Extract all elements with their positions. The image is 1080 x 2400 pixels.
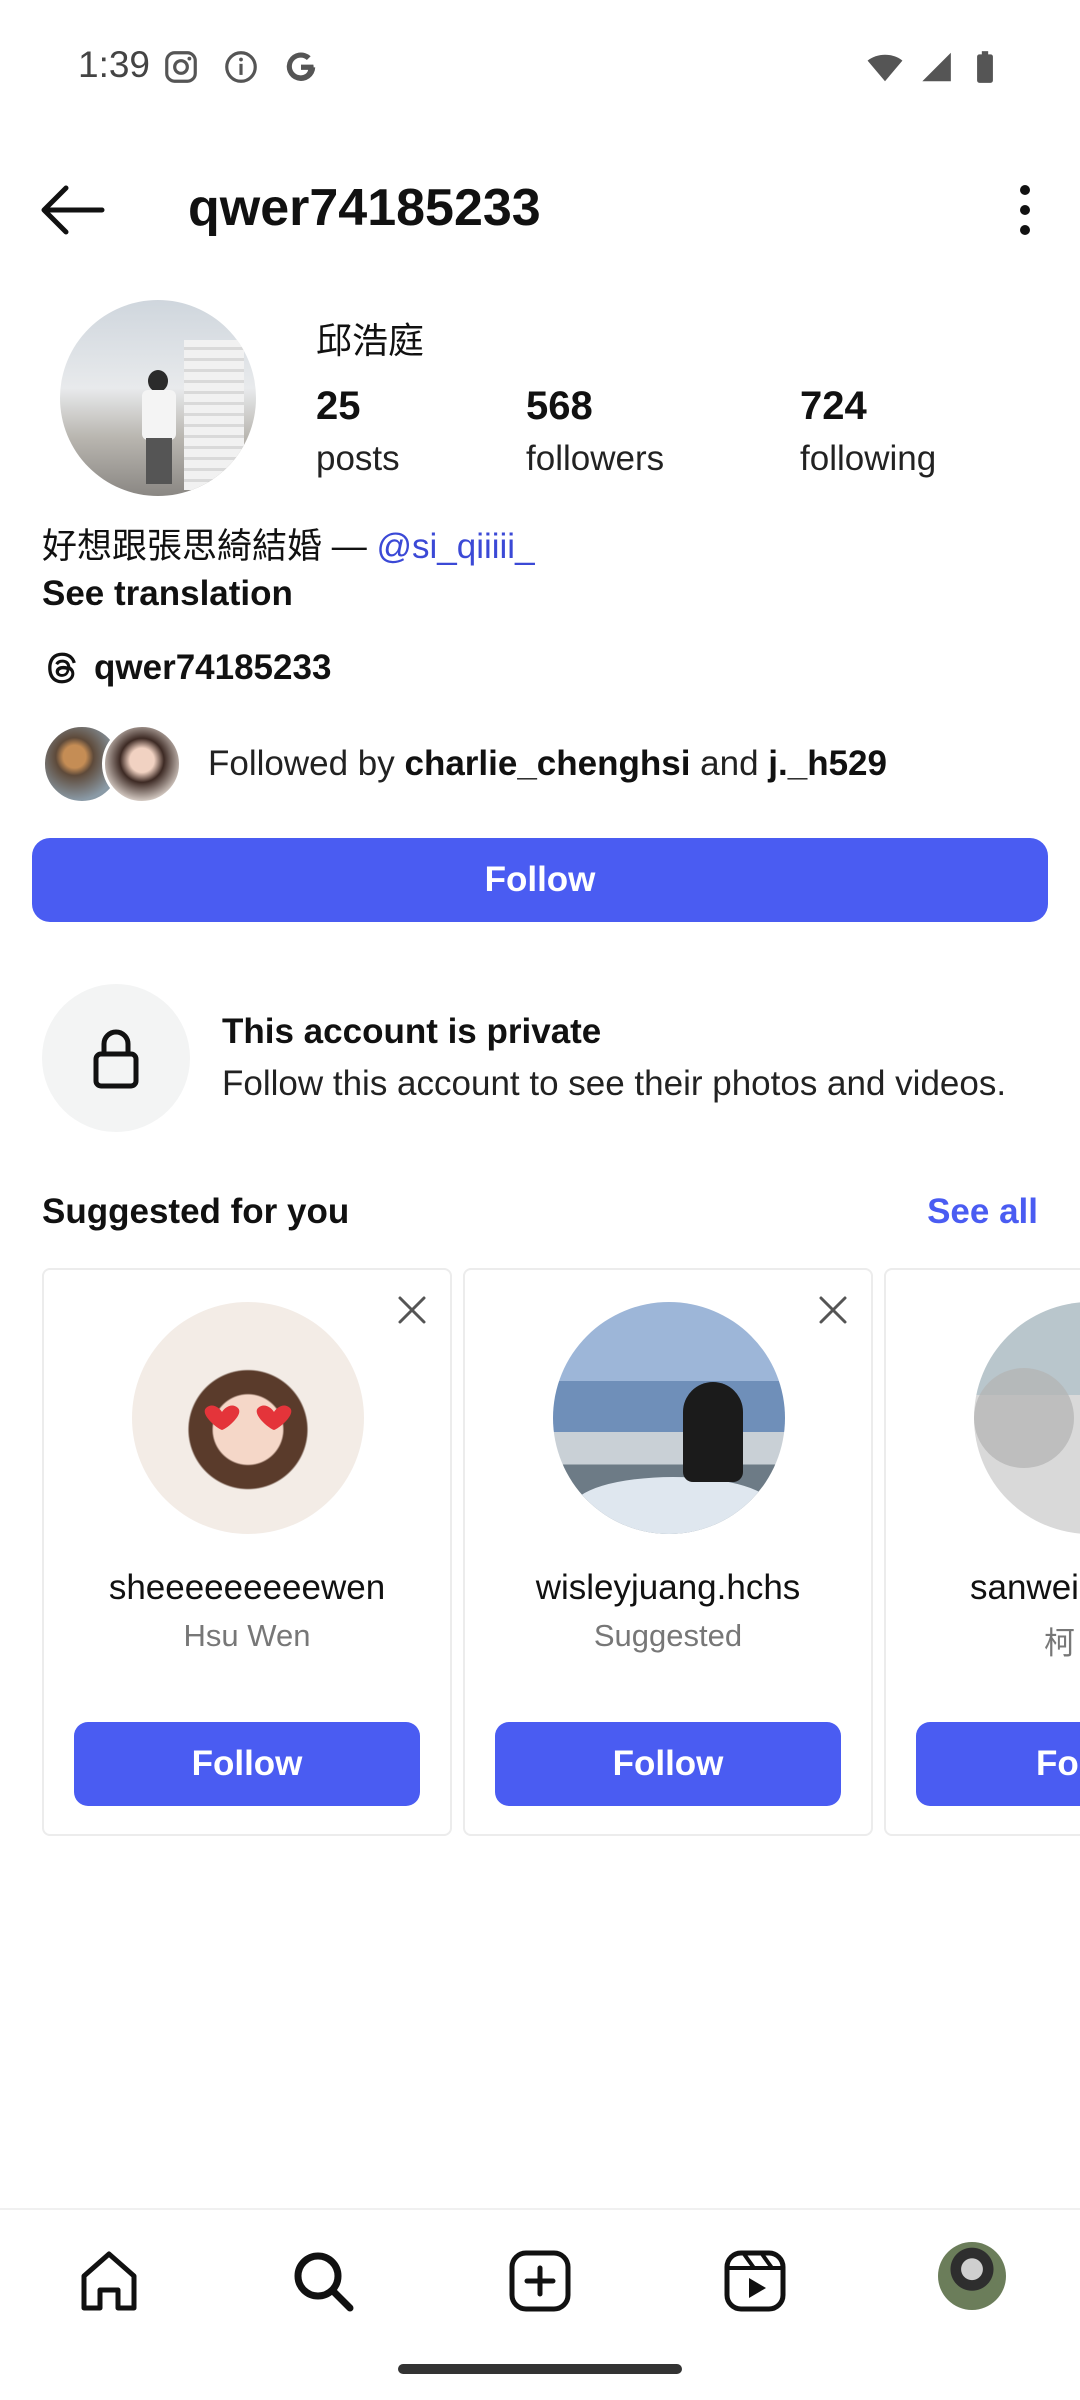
stat-followers-label: followers	[526, 439, 665, 478]
profile-tab-avatar[interactable]	[938, 2242, 1006, 2310]
wifi-icon	[867, 54, 903, 82]
create-icon[interactable]	[505, 2246, 575, 2316]
private-account-title: This account is private	[222, 1012, 602, 1051]
lock-icon-circle	[42, 984, 190, 1132]
followed-by-prefix: Followed by	[208, 744, 405, 783]
mutual-avatar-2	[102, 724, 182, 804]
suggestion-follow-button[interactable]: Follow	[74, 1722, 420, 1806]
page-title: qwer74185233	[188, 179, 541, 237]
suggestions-carousel[interactable]: sheeeeeeeeewen Hsu Wen Follow wisleyjuan…	[42, 1268, 1080, 1838]
status-system-icons	[866, 48, 1004, 86]
stat-posts-count: 25	[316, 384, 361, 428]
profile-avatar[interactable]	[60, 300, 256, 496]
reels-icon[interactable]	[720, 2246, 790, 2316]
home-indicator[interactable]	[398, 2364, 682, 2374]
suggestion-avatar[interactable]	[974, 1302, 1080, 1534]
status-notification-icons	[162, 48, 320, 86]
bio-text: 好想跟張思綺結婚 —	[42, 527, 377, 566]
profile-full-name: 邱浩庭	[316, 320, 425, 361]
top-bar: qwer74185233	[0, 160, 1080, 260]
threads-icon	[48, 652, 76, 684]
suggestion-follow-button[interactable]: Follow	[495, 1722, 841, 1806]
suggestion-card[interactable]: sheeeeeeeeewen Hsu Wen Follow	[42, 1268, 452, 1836]
threads-link[interactable]: qwer74185233	[42, 648, 331, 688]
bottom-navigation	[0, 2208, 1080, 2338]
suggestion-subtitle: Hsu Wen	[183, 1618, 311, 1653]
stat-posts[interactable]: 25 posts	[316, 384, 400, 479]
follow-button[interactable]: Follow	[32, 838, 1048, 922]
private-account-subtitle: Follow this account to see their photos …	[222, 1064, 1007, 1103]
signal-icon	[922, 52, 951, 82]
mutual-followers-avatars	[42, 722, 184, 806]
close-icon[interactable]	[394, 1292, 430, 1328]
see-all-link[interactable]: See all	[927, 1192, 1038, 1232]
suggestion-username[interactable]: sanwei	[886, 1568, 1080, 1608]
suggested-for-you-title: Suggested for you	[42, 1192, 350, 1231]
suggestion-card[interactable]: sanwei 柯 Fo	[884, 1268, 1080, 1836]
stat-following-count: 724	[800, 384, 867, 428]
stat-followers[interactable]: 568 followers	[526, 384, 664, 479]
status-time: 1:39	[78, 44, 151, 85]
suggestion-subtitle: Suggested	[593, 1618, 743, 1653]
threads-handle: qwer74185233	[94, 648, 332, 687]
more-options-icon[interactable]	[1000, 172, 1050, 248]
profile-stats: 25 posts 568 followers 724 following	[316, 384, 1056, 494]
info-notification-icon	[225, 51, 257, 83]
lock-icon	[93, 1029, 139, 1089]
followed-by-user-1: charlie_chenghsi	[404, 744, 691, 783]
suggestion-avatar[interactable]	[553, 1302, 785, 1534]
back-arrow-icon[interactable]	[36, 180, 108, 240]
search-icon[interactable]	[288, 2246, 358, 2316]
suggestion-avatar[interactable]	[132, 1302, 364, 1534]
close-icon[interactable]	[815, 1292, 851, 1328]
suggestion-username[interactable]: wisleyjuang.hchs	[465, 1568, 871, 1608]
see-translation-link[interactable]: See translation	[42, 574, 293, 614]
profile-bio: 好想跟張思綺結婚 — @si_qiiiii_	[42, 518, 535, 569]
suggestion-follow-button[interactable]: Fo	[916, 1722, 1080, 1806]
stat-followers-count: 568	[526, 384, 593, 428]
bio-mention-link[interactable]: @si_qiiiii_	[376, 527, 534, 566]
suggestion-username[interactable]: sheeeeeeeeewen	[44, 1568, 450, 1608]
stat-following-label: following	[800, 439, 937, 478]
heart-glasses	[204, 1405, 292, 1430]
home-icon[interactable]	[74, 2246, 144, 2316]
suggestion-card[interactable]: wisleyjuang.hchs Suggested Follow	[463, 1268, 873, 1836]
status-bar: 1:39	[0, 0, 1080, 130]
battery-icon	[977, 51, 993, 83]
stat-posts-label: posts	[316, 439, 400, 478]
followed-by-text: Followed by charlie_chenghsi and j._h529	[208, 744, 887, 784]
instagram-notification-icon	[165, 51, 197, 83]
stat-following[interactable]: 724 following	[800, 384, 936, 479]
followed-by-user-2: j._h529	[768, 744, 887, 783]
google-notification-icon	[286, 52, 316, 81]
suggestion-subtitle: 柯	[1044, 1626, 1075, 1661]
followed-by-and: and	[690, 744, 769, 783]
followed-by-row[interactable]: Followed by charlie_chenghsi and j._h529	[42, 722, 887, 806]
